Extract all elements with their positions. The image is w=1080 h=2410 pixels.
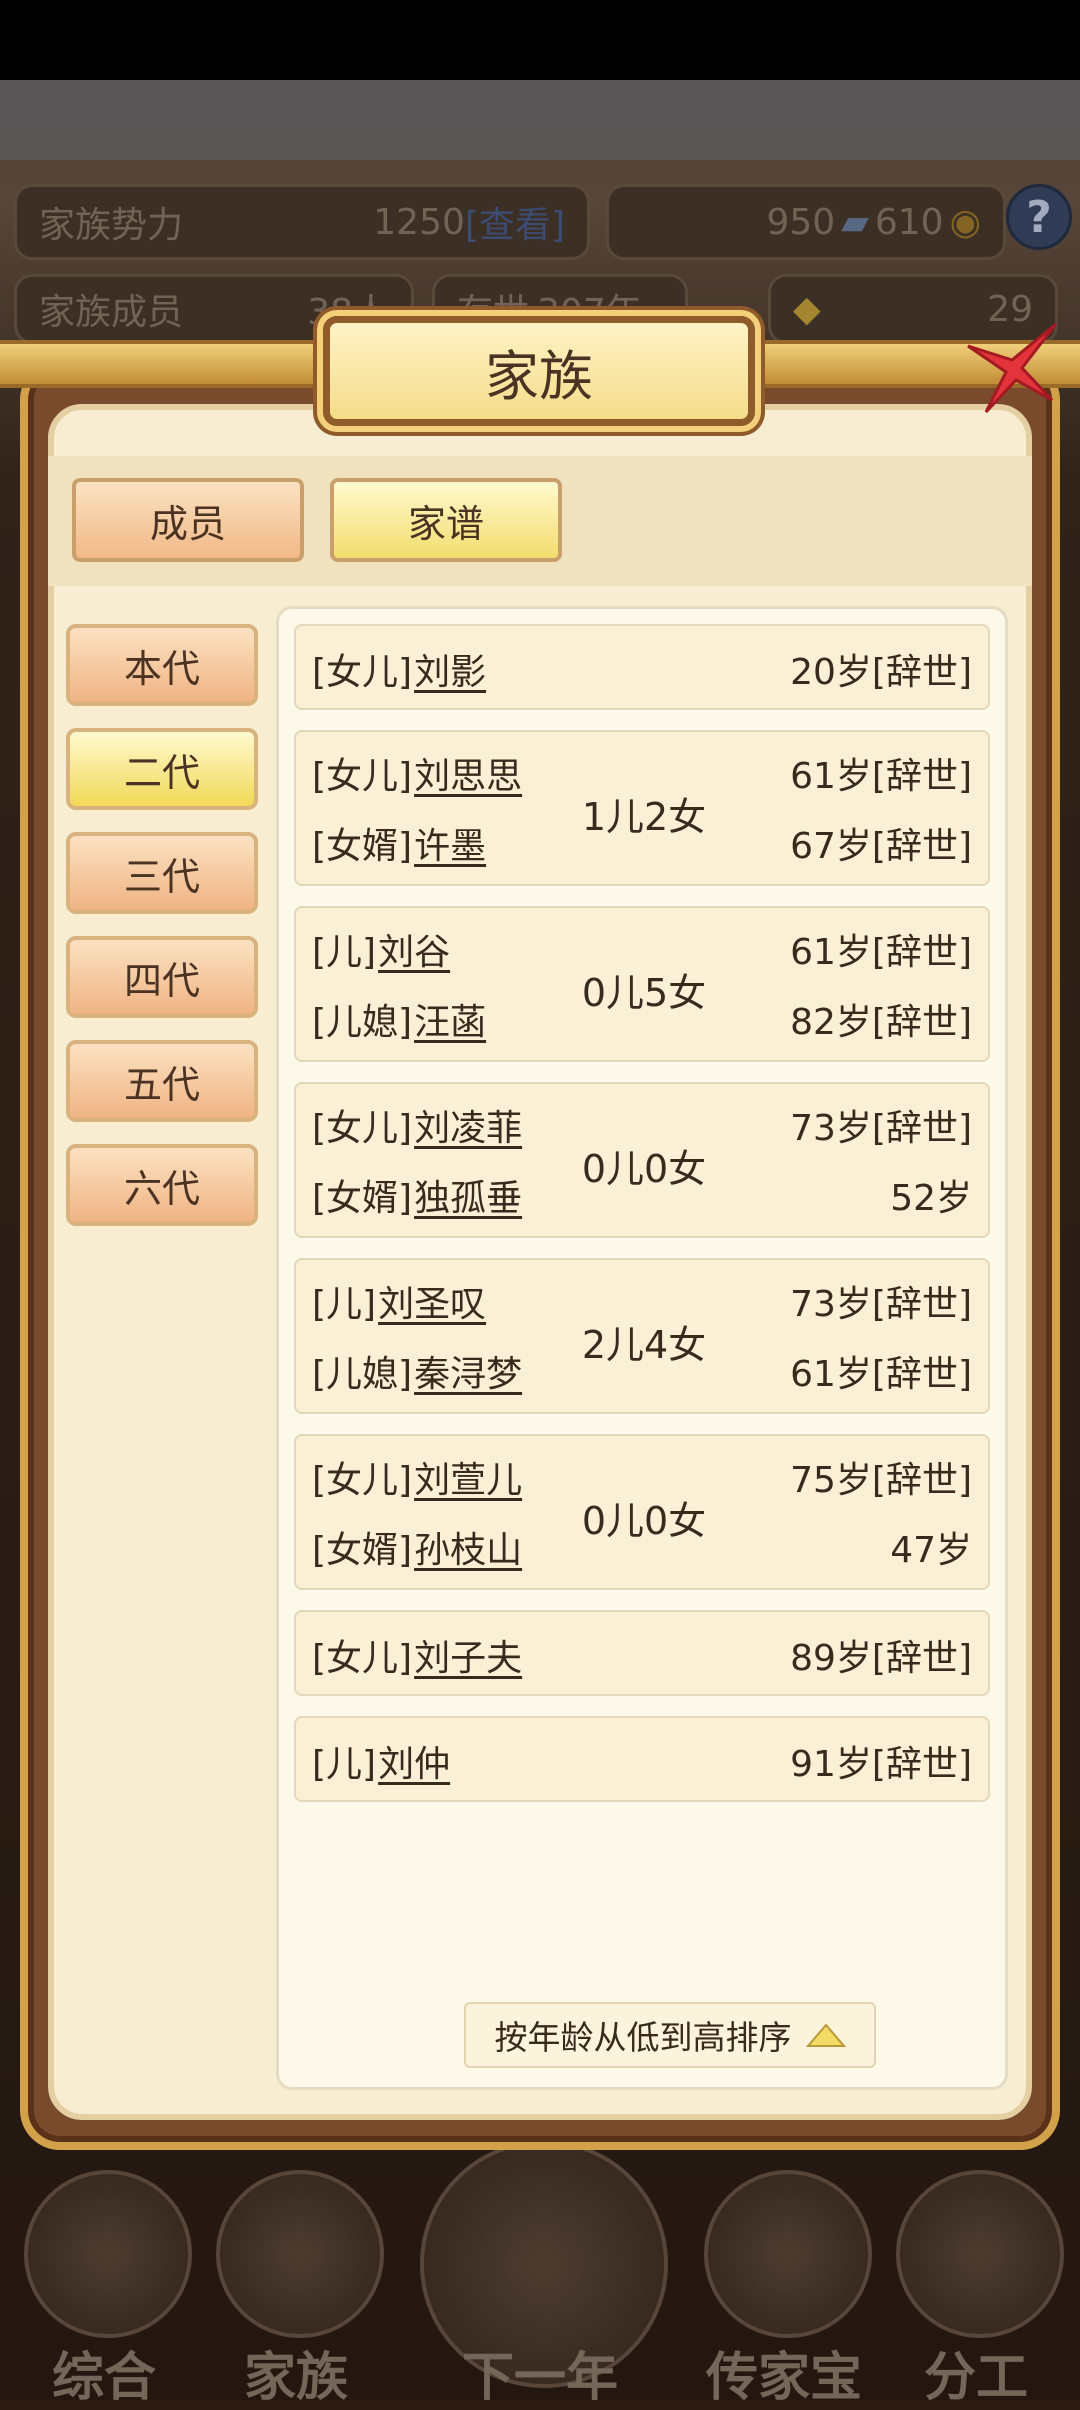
tab-genealogy[interactable]: 家谱 xyxy=(330,478,562,562)
member-role: [儿] xyxy=(312,1744,377,1785)
sort-arrow-icon xyxy=(805,2023,846,2047)
member-name-link[interactable]: 刘影 xyxy=(414,643,486,695)
children-count: 1儿2女 xyxy=(581,795,707,839)
member-card: [女儿] 刘凌菲 73岁[辞世] [女婿] 独孤垂 52岁 0儿0女 xyxy=(294,1082,990,1238)
member-card: [女儿] 刘影 20岁[辞世] xyxy=(294,624,990,710)
member-name-link[interactable]: 刘子夫 xyxy=(414,1629,522,1681)
close-button[interactable] xyxy=(960,316,1060,416)
member-card: [儿] 刘谷 61岁[辞世] [儿媳] 汪菡 82岁[辞世] 0儿5女 xyxy=(294,906,990,1062)
member-card: [儿] 刘圣叹 73岁[辞世] [儿媳] 秦浔梦 61岁[辞世] 2儿4女 xyxy=(294,1258,990,1414)
member-age: 91岁[辞世] xyxy=(790,1744,972,1785)
children-count: 0儿0女 xyxy=(581,1147,707,1191)
member-card: [女儿] 刘萱儿 75岁[辞世] [女婿] 孙枝山 47岁 0儿0女 xyxy=(294,1434,990,1590)
member-age: 20岁[辞世] xyxy=(790,652,972,693)
generation-2-button[interactable]: 二代 xyxy=(66,728,258,810)
member-name-link[interactable]: 刘仲 xyxy=(378,1735,450,1787)
generation-1-button[interactable]: 本代 xyxy=(66,624,258,706)
member-card: [女儿] 刘子夫 89岁[辞世] xyxy=(294,1610,990,1696)
member-card: [女儿] 刘思思 61岁[辞世] [女婿] 许墨 67岁[辞世] 1儿2女 xyxy=(294,730,990,886)
generation-3-button[interactable]: 三代 xyxy=(66,832,258,914)
member-card: [儿] 刘仲 91岁[辞世] xyxy=(294,1716,990,1802)
children-count: 0儿5女 xyxy=(581,971,707,1015)
member-age: 89岁[辞世] xyxy=(790,1638,972,1679)
children-count: 0儿0女 xyxy=(581,1499,707,1543)
children-count: 2儿4女 xyxy=(581,1323,707,1367)
modal-title: 家族 xyxy=(323,316,755,426)
status-bar xyxy=(0,0,1080,80)
sort-label: 按年龄从低到高排序 xyxy=(494,2018,792,2057)
member-role: [女儿] xyxy=(312,652,413,693)
tab-members[interactable]: 成员 xyxy=(72,478,304,562)
close-icon xyxy=(967,322,1058,414)
generation-4-button[interactable]: 四代 xyxy=(66,936,258,1018)
member-role: [女儿] xyxy=(312,1638,413,1679)
sort-by-age-button[interactable]: 按年龄从低到高排序 xyxy=(464,2002,876,2068)
generation-6-button[interactable]: 六代 xyxy=(66,1144,258,1226)
generation-5-button[interactable]: 五代 xyxy=(66,1040,258,1122)
